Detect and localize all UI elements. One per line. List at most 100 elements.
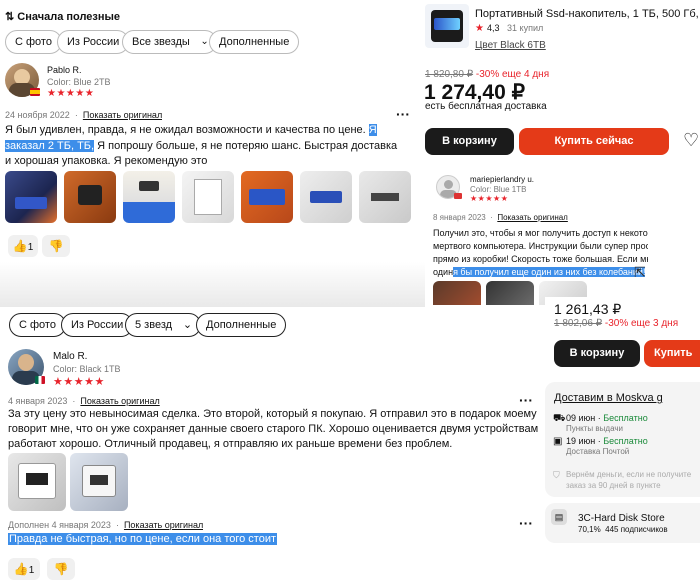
review-text-line: работают хорошо. Отличный продавец, я от…	[8, 438, 453, 450]
review-author: Pablo R.	[47, 65, 82, 75]
delivery-sub: Доставка Почтой	[566, 447, 630, 456]
filter-supplemented[interactable]: Дополненные	[196, 313, 287, 337]
review-date: 8 января 2023	[433, 213, 486, 222]
discount-badge: -30% еще 3 дня	[604, 318, 679, 329]
section-divider	[0, 262, 425, 307]
review-text-line: прямо из коробки! Скорость тоже большая.…	[433, 254, 648, 264]
buy-now-button[interactable]: Купить сейчас	[519, 128, 669, 155]
truck-icon: ⛟	[553, 413, 566, 424]
like-button[interactable]: 👍1	[8, 558, 40, 580]
review-photo[interactable]	[123, 171, 175, 223]
product-title[interactable]: Портативный Ssd-накопитель, 1 ТБ, 500 Гб…	[475, 8, 700, 20]
filter-from-russia[interactable]: Из России	[61, 313, 134, 337]
review-author: mariepierlandry u.	[470, 175, 535, 184]
flag-icon	[35, 376, 45, 384]
review-photo[interactable]	[486, 281, 534, 305]
review-text-line: Получил это, чтобы я мог получить доступ…	[433, 228, 648, 238]
sort-control[interactable]: ⇅ Сначала полезные	[5, 10, 120, 24]
thumbs-up-icon: 👍	[12, 239, 28, 253]
filter-with-photo[interactable]: С фото	[9, 313, 66, 337]
review-text: Я был удивлен, правда, я не ожидал возмо…	[5, 124, 398, 167]
like-button[interactable]: 👍1	[8, 235, 38, 257]
show-original-link[interactable]: Показать оригинал	[124, 520, 203, 530]
show-original-link[interactable]: Показать оригинал	[83, 110, 162, 120]
price-row: 1 820,80 ₽ -30% еще 4 дня	[425, 69, 549, 80]
buy-now-button[interactable]: Купить се	[644, 340, 700, 386]
dislike-button[interactable]: 👎	[47, 558, 75, 580]
review-photo[interactable]	[182, 171, 234, 223]
review-variant: Color: Blue 2TB	[47, 77, 111, 87]
delivery-row: 09 июн · Бесплатно	[566, 413, 648, 423]
flag-icon	[30, 88, 40, 96]
review-text-line: говорит мне, что он уже сохраняет данные…	[8, 423, 538, 435]
shield-icon: ⛉	[553, 470, 560, 480]
product-rating: 4,3	[486, 23, 500, 33]
selected-text: я бы получил еще один из них без колебан…	[453, 267, 646, 277]
filter-all-stars-label: Все звезды	[132, 36, 190, 48]
like-count: 1	[27, 242, 34, 253]
filter-five-stars[interactable]: 5 звезд ⌄	[125, 313, 202, 337]
delivery-row: 19 июн · Бесплатно	[566, 436, 648, 446]
guarantee-text: Вернём деньги, если не получите заказ за…	[566, 470, 692, 490]
supplement-label: Дополнен 4 января 2023	[8, 520, 111, 530]
review-photo[interactable]	[433, 281, 481, 305]
delivery-title[interactable]: Доставим в Moskva g	[554, 392, 663, 404]
review-photo[interactable]	[70, 453, 128, 511]
review-date-row: 4 января 2023 · Показать оригинал	[8, 396, 160, 406]
more-options-icon[interactable]: ···	[519, 392, 533, 408]
thumbs-up-icon: 👍	[13, 562, 29, 576]
like-count: 1	[28, 565, 35, 576]
add-to-cart-button[interactable]: В корзину	[554, 340, 640, 367]
review-date-row: 24 ноября 2022 · Показать оригинал	[5, 110, 163, 120]
show-original-link[interactable]: Показать оригинал	[80, 396, 159, 406]
review-date: 24 ноября 2022	[5, 110, 70, 120]
chevron-down-icon: ⌄	[182, 319, 193, 331]
sort-icon: ⇅	[5, 11, 15, 23]
filter-with-photo[interactable]: С фото	[5, 30, 62, 54]
store-meta: 70,1% 445 подписчиков	[578, 525, 668, 534]
thumbs-down-icon: 👎	[53, 562, 69, 576]
review-variant: Color: Blue 1TB	[470, 185, 527, 194]
delivery-sub: Пункты выдачи	[566, 424, 623, 433]
show-original-link[interactable]: Показать оригинал	[497, 213, 568, 222]
package-icon: ▣	[553, 436, 563, 447]
review-photo[interactable]	[359, 171, 411, 223]
review-author: Malo R.	[53, 351, 88, 362]
filter-from-russia[interactable]: Из России	[57, 30, 130, 54]
review-text-line: мертвого компьютера. Инструкции были суп…	[433, 241, 648, 251]
thumbs-down-icon: 👎	[48, 239, 64, 253]
review-photo[interactable]	[300, 171, 352, 223]
review-photo[interactable]	[8, 453, 66, 511]
review-photo[interactable]	[5, 171, 57, 223]
review-photo[interactable]	[64, 171, 116, 223]
review-photo[interactable]	[241, 171, 293, 223]
product-color: Цвет Black 6TB	[475, 40, 546, 51]
supplement-text: Правда не быстрая, но по цене, если она …	[8, 533, 278, 545]
supplement-row: Дополнен 4 января 2023 · Показать оригин…	[8, 520, 204, 530]
product-bought: 31 купил	[507, 23, 544, 33]
heart-icon[interactable]: ♡	[683, 129, 699, 151]
review-stars: ★★★★★	[53, 376, 105, 388]
store-name: 3C-Hard Disk Store	[578, 513, 665, 524]
filter-supplemented[interactable]: Дополненные	[209, 30, 300, 54]
current-price: 1 261,43 ₽	[554, 301, 622, 317]
product-rating-row: ★ 4,3 31 купил	[475, 23, 543, 34]
discount-badge: -30% еще 4 дня	[475, 69, 550, 80]
more-options-icon[interactable]: ···	[396, 106, 410, 122]
store-icon: ▤	[551, 509, 567, 525]
side-review-card: mariepierlandry u. Color: Blue 1TB ★★★★★…	[428, 167, 648, 305]
chevron-down-icon: ⌄	[200, 36, 209, 47]
review-stars: ★★★★★	[470, 194, 509, 203]
filter-five-stars-label: 5 звезд	[135, 319, 173, 331]
review-stars: ★★★★★	[47, 88, 95, 99]
mouse-cursor-icon: ⇱	[634, 264, 646, 280]
add-to-cart-button[interactable]: В корзину	[425, 128, 514, 155]
dislike-button[interactable]: 👎	[42, 235, 70, 257]
product-thumbnail[interactable]	[425, 4, 469, 48]
review-date-row: 8 января 2023 · Показать оригинал	[433, 213, 568, 222]
more-options-icon[interactable]: ···	[519, 515, 533, 531]
review-text-line: За эту цену это невыносимая сделка. Это …	[8, 408, 538, 420]
price-row: 1 802,06 ₽ -30% еще 3 дня	[554, 318, 678, 329]
filter-all-stars[interactable]: Все звезды ⌄	[122, 30, 217, 54]
delivery-note: есть бесплатная доставка	[425, 101, 547, 112]
